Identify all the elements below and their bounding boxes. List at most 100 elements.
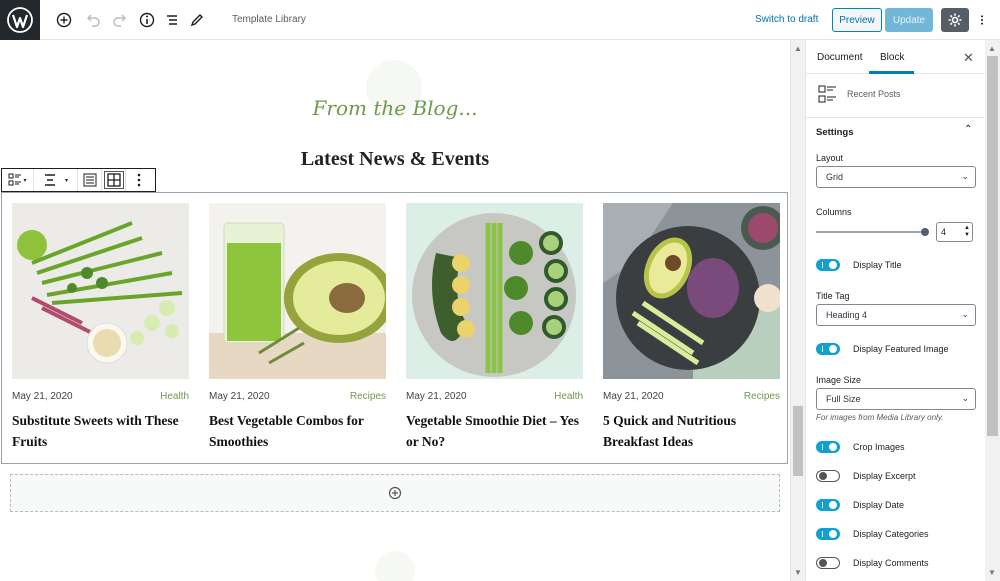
align-button[interactable]: ▾ [34,169,78,191]
spinner-icon[interactable]: ▲ ▼ [964,225,970,239]
image-size-label: Image Size [816,375,862,385]
display-featured-image-label: Display Featured Image [853,344,949,354]
image-size-select[interactable]: Full Size ⌄ [816,388,976,410]
blog-heading[interactable]: From the Blog... [0,96,790,120]
post-title[interactable]: Vegetable Smoothie Diet – Yes or No? [406,410,583,452]
columns-number-input[interactable]: 4 ▲ ▼ [936,222,973,242]
post-card[interactable]: May 21, 2020 Health Vegetable Smoothie D… [406,203,583,449]
preview-button[interactable]: Preview [832,8,882,32]
post-category[interactable]: Health [554,391,583,402]
post-thumbnail[interactable] [12,203,189,379]
chevron-down-icon: ⌄ [961,309,969,319]
post-category[interactable]: Recipes [350,391,386,402]
editor-canvas: From the Blog... Latest News & Events ▾ … [0,40,790,581]
display-categories-label: Display Categories [853,529,929,539]
block-appender[interactable] [10,474,780,512]
display-excerpt-toggle[interactable] [816,470,840,482]
tab-block[interactable]: Block [880,52,904,63]
display-featured-image-toggle-row: Display Featured Image [816,343,985,357]
layout-label: Layout [816,153,844,163]
post-category[interactable]: Recipes [744,391,780,402]
post-card[interactable]: May 21, 2020 Recipes 5 Quick and Nutriti… [603,203,780,449]
post-thumbnail[interactable] [209,203,386,379]
more-vertical-icon [137,173,141,187]
gear-icon [948,13,962,27]
post-category[interactable]: Health [160,391,189,402]
display-title-toggle-row: Display Title [816,259,985,273]
layout-select[interactable]: Grid ⌄ [816,166,976,188]
scroll-down-icon[interactable]: ▼ [794,568,802,577]
sidebar-tabs: Document Block ✕ [806,40,985,74]
post-date: May 21, 2020 [209,391,270,402]
display-categories-toggle[interactable] [816,528,840,540]
undo-icon [87,14,100,27]
close-icon[interactable]: ✕ [963,50,974,66]
block-switcher-button[interactable]: ▾ [2,169,34,191]
settings-panel-title[interactable]: Settings [816,127,853,138]
settings-button[interactable] [941,8,969,32]
switch-to-draft-link[interactable]: Switch to draft [755,14,818,25]
columns-label: Columns [816,207,852,217]
title-tag-select[interactable]: Heading 4 ⌄ [816,304,976,326]
title-tag-label: Title Tag [816,291,850,301]
add-block-button[interactable] [54,10,74,30]
display-title-toggle[interactable] [816,259,840,271]
redo-button[interactable] [110,10,130,30]
display-excerpt-label: Display Excerpt [853,471,916,481]
info-icon [139,12,155,28]
display-categories-toggle-row: Display Categories [816,528,985,542]
block-navigation-button[interactable] [162,10,182,30]
list-view-toggle[interactable] [78,169,102,191]
title-tag-select-value: Heading 4 [826,310,868,320]
settings-sidebar: Document Block ✕ Recent Posts Settings ⌃… [805,40,985,581]
scrollbar-thumb[interactable] [793,406,803,476]
sidebar-scrollbar[interactable]: ▲ ▼ [985,40,1000,581]
layout-select-value: Grid [826,172,844,182]
display-featured-image-toggle[interactable] [816,343,840,355]
scroll-down-icon[interactable]: ▼ [988,568,996,577]
wordpress-logo-button[interactable] [0,0,40,40]
recent-posts-icon [8,173,22,186]
display-comments-toggle-row: Display Comments [816,557,985,571]
post-thumbnail[interactable] [406,203,583,379]
display-date-toggle-row: Display Date [816,499,985,513]
fruits-image [12,203,189,379]
display-excerpt-toggle-row: Display Excerpt [816,470,985,484]
tab-document[interactable]: Document [817,52,863,63]
post-title[interactable]: Best Vegetable Combos for Smoothies [209,410,386,452]
crop-images-toggle[interactable] [816,441,840,453]
vegetables-plate-image [406,203,583,379]
more-vertical-icon [981,15,983,25]
chevron-down-icon: ▾ [64,177,68,184]
smoothie-image [209,203,386,379]
post-date: May 21, 2020 [406,391,467,402]
breakfast-bowl-image [603,203,780,379]
align-center-icon [44,174,55,186]
post-title[interactable]: 5 Quick and Nutritious Breakfast Ideas [603,410,780,452]
columns-slider-handle[interactable] [921,228,929,236]
update-button[interactable]: Update [885,8,933,32]
undo-button[interactable] [83,10,103,30]
post-title[interactable]: Substitute Sweets with These Fruits [12,410,189,452]
more-options-button[interactable] [975,10,989,30]
chevron-down-icon: ▾ [23,177,27,184]
post-meta: May 21, 2020 Recipes [209,391,386,402]
post-meta: May 21, 2020 Health [12,391,189,402]
editor-scrollbar[interactable]: ▲ ▼ [790,40,805,581]
info-button[interactable] [137,10,157,30]
display-comments-toggle[interactable] [816,557,840,569]
tools-button[interactable] [187,10,207,30]
grid-view-toggle[interactable] [102,169,126,191]
chevron-up-icon[interactable]: ⌃ [964,124,972,135]
scroll-up-icon[interactable]: ▲ [988,44,996,53]
post-thumbnail[interactable] [603,203,780,379]
block-more-options-button[interactable] [126,169,152,191]
recent-posts-block[interactable]: May 21, 2020 Health Substitute Sweets wi… [1,192,788,464]
display-date-toggle[interactable] [816,499,840,511]
scroll-up-icon[interactable]: ▲ [794,44,802,53]
post-card[interactable]: May 21, 2020 Recipes Best Vegetable Comb… [209,203,386,449]
post-card[interactable]: May 21, 2020 Health Substitute Sweets wi… [12,203,189,449]
columns-slider-track[interactable] [816,231,926,233]
scrollbar-thumb[interactable] [987,56,998,436]
redo-icon [113,14,126,27]
